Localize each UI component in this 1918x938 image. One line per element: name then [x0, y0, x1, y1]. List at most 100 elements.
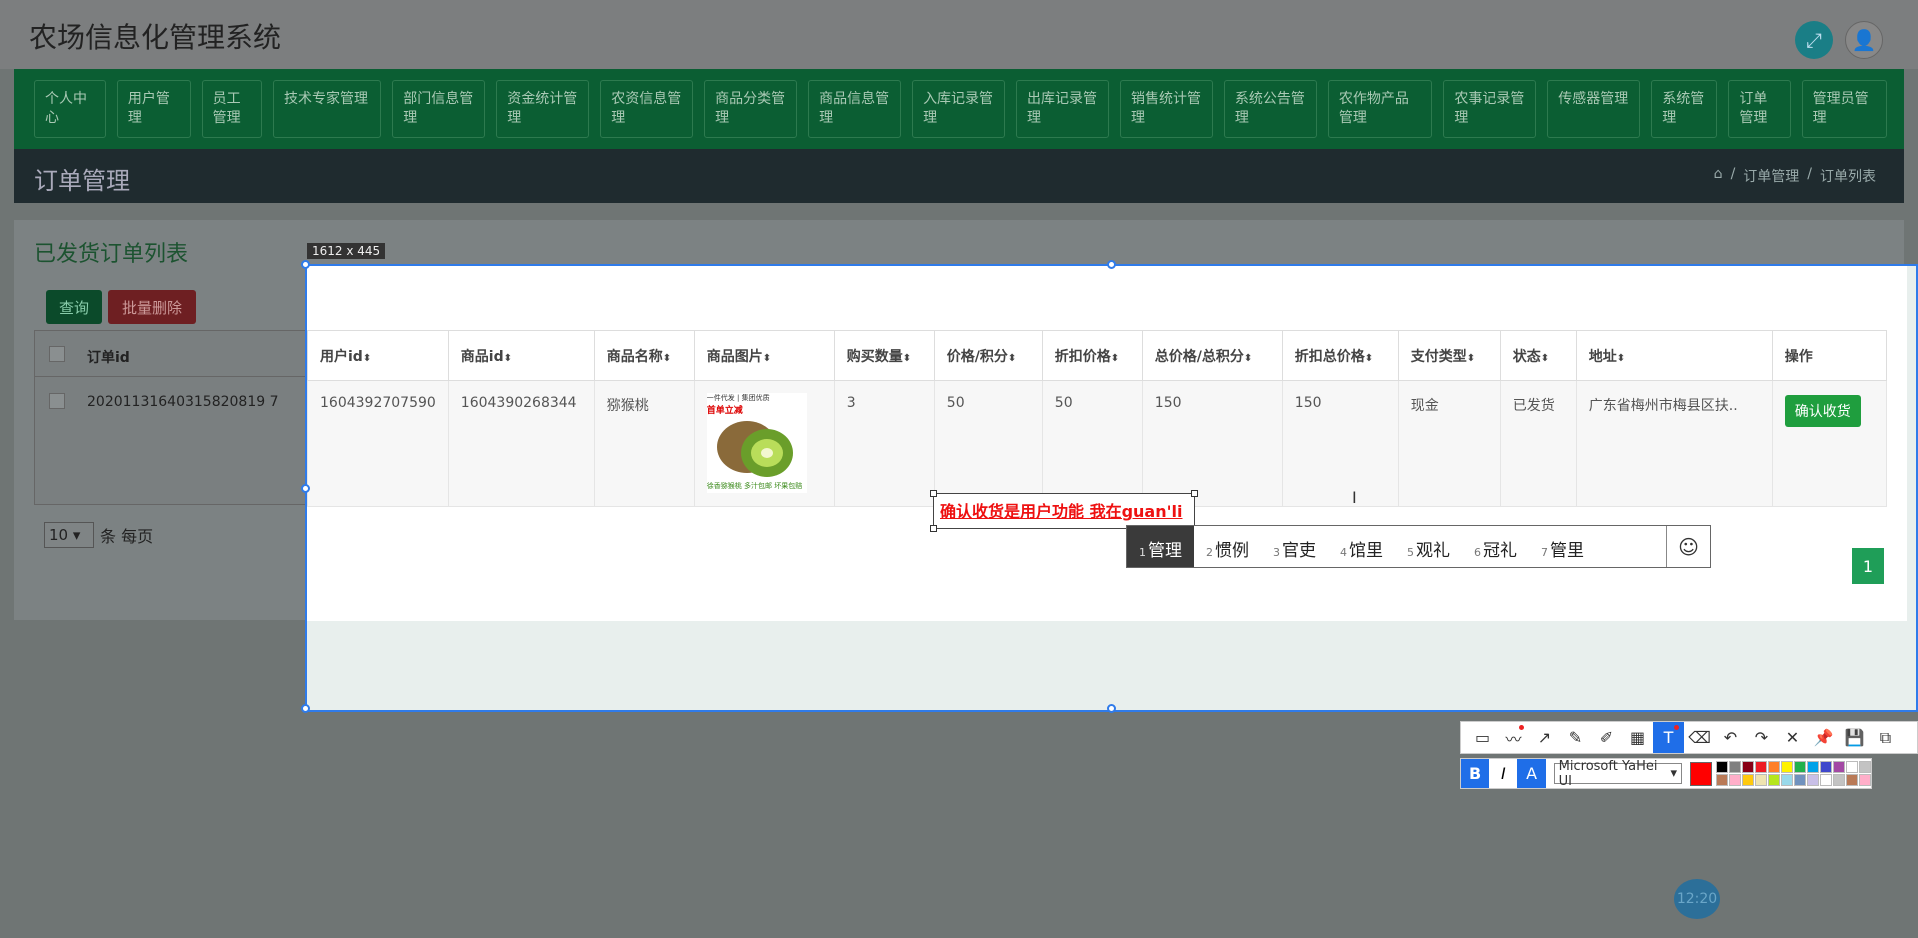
copy-icon[interactable]: ⧉ [1870, 722, 1901, 753]
nav-item[interactable]: 农作物产品管理 [1327, 80, 1433, 138]
color-swatch[interactable] [1833, 774, 1846, 786]
batch-delete-button[interactable]: 批量删除 [108, 290, 196, 324]
column-header[interactable]: 折扣价格⬍ [1041, 330, 1143, 381]
color-swatch[interactable] [1820, 774, 1833, 786]
nav-item[interactable]: 管理员管理 [1801, 80, 1887, 138]
color-swatch[interactable] [1742, 774, 1755, 786]
page-1-button[interactable]: 1 [1852, 548, 1884, 584]
nav-item[interactable]: 个人中心 [34, 80, 106, 138]
column-header[interactable]: 地址⬍ [1575, 330, 1773, 381]
arrow-tool-icon[interactable]: ↗ [1529, 722, 1560, 753]
nav-item[interactable]: 系统管理 [1651, 80, 1718, 138]
color-swatch[interactable] [1716, 774, 1729, 786]
ime-candidate[interactable]: 7 管里 [1529, 526, 1596, 567]
pin-icon[interactable]: 📌 [1808, 722, 1839, 753]
per-page-select[interactable]: 10 ▾ [44, 522, 94, 548]
color-swatch[interactable] [1768, 761, 1781, 773]
font-select[interactable]: Microsoft YaHei UI ▾ [1553, 759, 1682, 789]
home-icon[interactable]: ⌂ [1714, 166, 1723, 186]
color-swatch[interactable] [1729, 761, 1742, 773]
nav-item[interactable]: 资金统计管理 [496, 80, 590, 138]
nav-item[interactable]: 出库记录管理 [1016, 80, 1109, 138]
nav-item[interactable]: 入库记录管理 [912, 80, 1006, 138]
shape-tool-icon[interactable]: ▭ [1467, 722, 1498, 753]
resize-handle[interactable] [301, 704, 310, 713]
color-swatch[interactable] [1807, 774, 1820, 786]
nav-item[interactable]: 技术专家管理 [273, 80, 382, 138]
mosaic-tool-icon[interactable]: ▦ [1622, 722, 1653, 753]
ime-candidate[interactable]: 4 馆里 [1328, 526, 1395, 567]
color-swatch[interactable] [1729, 774, 1742, 786]
color-swatch[interactable] [1781, 761, 1794, 773]
color-swatch[interactable] [1768, 774, 1781, 786]
emoji-icon[interactable]: ☺ [1666, 526, 1710, 567]
color-swatch[interactable] [1846, 761, 1859, 773]
screenshot-selection[interactable]: 用户id⬍ 商品id⬍ 商品名称⬍ 商品图片⬍ 购买数量⬍ 价格/积分⬍ 折扣价格⬍ 总价格/… [301, 260, 1918, 713]
color-swatch[interactable] [1794, 761, 1807, 773]
column-header[interactable]: 状态⬍ [1499, 330, 1577, 381]
polyline-tool-icon[interactable]: 〰 [1498, 722, 1529, 753]
column-header[interactable]: 价格/积分⬍ [933, 330, 1043, 381]
color-swatch[interactable] [1755, 774, 1768, 786]
column-header[interactable]: 折扣总价格⬍ [1281, 330, 1399, 381]
ime-candidate[interactable]: 5 观礼 [1395, 526, 1462, 567]
resize-handle[interactable] [1107, 704, 1116, 713]
row-checkbox[interactable] [49, 393, 65, 409]
nav-item[interactable]: 商品信息管理 [808, 80, 902, 138]
ime-candidate[interactable]: 6 冠礼 [1462, 526, 1529, 567]
current-color-swatch[interactable] [1689, 761, 1713, 786]
query-button[interactable]: 查询 [46, 290, 102, 324]
annotation-textbox[interactable]: 确认收货是用户功能 我在guan'li [930, 490, 1198, 532]
save-icon[interactable]: 💾 [1839, 722, 1870, 753]
color-swatch[interactable] [1755, 761, 1768, 773]
undo-icon[interactable]: ↶ [1715, 722, 1746, 753]
nav-item[interactable]: 部门信息管理 [392, 80, 486, 138]
nav-item[interactable]: 员工管理 [201, 80, 262, 138]
outline-text-button[interactable]: A [1517, 759, 1546, 788]
color-swatch[interactable] [1716, 761, 1729, 773]
column-header[interactable]: 购买数量⬍ [833, 330, 935, 381]
user-avatar-icon[interactable]: 👤 [1845, 21, 1883, 59]
ime-candidate[interactable]: 2 惯例 [1194, 526, 1261, 567]
nav-item[interactable]: 农事记录管理 [1443, 80, 1537, 138]
resize-handle[interactable] [1107, 260, 1116, 269]
ime-candidate[interactable]: 3 官吏 [1261, 526, 1328, 567]
column-header[interactable]: 支付类型⬍ [1397, 330, 1501, 381]
color-swatch[interactable] [1859, 774, 1872, 786]
column-header[interactable]: 商品id⬍ [447, 330, 595, 381]
order-id-header[interactable]: 订单id [87, 347, 130, 367]
bold-button[interactable]: B [1461, 759, 1490, 788]
resize-handle[interactable] [301, 260, 310, 269]
color-swatch[interactable] [1807, 761, 1820, 773]
text-tool-icon[interactable]: T [1653, 722, 1684, 753]
breadcrumb-item[interactable]: 订单管理 [1743, 166, 1799, 186]
pen-tool-icon[interactable]: ✎ [1560, 722, 1591, 753]
nav-item[interactable]: 商品分类管理 [704, 80, 798, 138]
column-header[interactable]: 总价格/总积分⬍ [1141, 330, 1283, 381]
ime-candidate[interactable]: 1 管理 [1127, 526, 1194, 567]
color-swatch[interactable] [1781, 774, 1794, 786]
resize-handle[interactable] [301, 484, 310, 493]
column-header[interactable]: 用户id⬍ [307, 330, 449, 381]
nav-item[interactable]: 销售统计管理 [1119, 80, 1213, 138]
color-swatch[interactable] [1794, 774, 1807, 786]
redo-icon[interactable]: ↷ [1746, 722, 1777, 753]
color-swatch[interactable] [1820, 761, 1833, 773]
nav-item[interactable]: 农资信息管理 [600, 80, 694, 138]
fullscreen-icon[interactable]: ⤢ [1795, 21, 1833, 59]
confirm-receipt-button[interactable]: 确认收货 [1784, 395, 1861, 427]
color-swatch[interactable] [1742, 761, 1755, 773]
close-icon[interactable]: ✕ [1777, 722, 1808, 753]
select-all-checkbox[interactable] [49, 346, 65, 362]
column-header[interactable]: 商品名称⬍ [593, 330, 695, 381]
column-header[interactable]: 操作 [1771, 330, 1888, 381]
nav-item[interactable]: 系统公告管理 [1223, 80, 1317, 138]
italic-button[interactable]: I [1489, 759, 1517, 788]
nav-item[interactable]: 传感器管理 [1547, 80, 1641, 138]
nav-item[interactable]: 订单管理 [1728, 80, 1791, 138]
eraser-tool-icon[interactable]: ⌫ [1684, 722, 1715, 753]
color-swatch[interactable] [1846, 774, 1859, 786]
color-swatch[interactable] [1833, 761, 1846, 773]
marker-tool-icon[interactable]: ✐ [1591, 722, 1622, 753]
column-header[interactable]: 商品图片⬍ [693, 330, 835, 381]
